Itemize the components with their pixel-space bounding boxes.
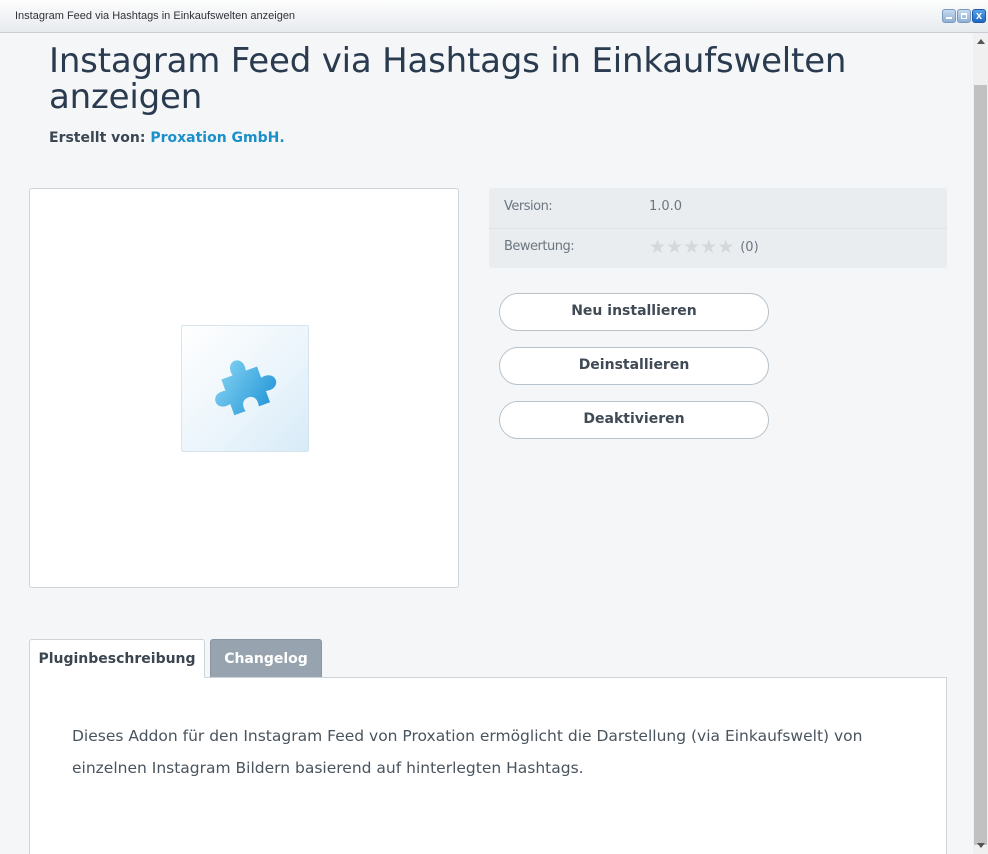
version-row: Version: 1.0.0 — [489, 188, 947, 229]
version-value: 1.0.0 — [649, 199, 683, 214]
creator-link[interactable]: Proxation GmbH — [150, 130, 279, 146]
plugin-info-box: Version: 1.0.0 Bewertung: ★ ★ ★ ★ ★ (0) — [489, 188, 947, 268]
star-icon: ★ — [700, 236, 718, 258]
rating-count: (0) — [740, 239, 759, 255]
star-icon: ★ — [649, 236, 667, 258]
creator-suffix: . — [279, 130, 285, 146]
star-icon: ★ — [683, 236, 701, 258]
maximize-icon[interactable] — [957, 9, 971, 23]
window-titlebar[interactable]: Instagram Feed via Hashtags in Einkaufsw… — [0, 0, 988, 33]
scrollbar-thumb[interactable] — [974, 85, 987, 845]
deactivate-button[interactable]: Deaktivieren — [499, 401, 769, 439]
star-icon: ★ — [666, 236, 684, 258]
rating-row: Bewertung: ★ ★ ★ ★ ★ (0) — [489, 228, 947, 268]
rating-stars: ★ ★ ★ ★ ★ (0) — [649, 237, 759, 257]
version-label: Version: — [504, 199, 553, 214]
tab-changelog[interactable]: Changelog — [210, 639, 322, 678]
plugin-detail-content: Instagram Feed via Hashtags in Einkaufsw… — [0, 33, 973, 854]
page-title: Instagram Feed via Hashtags in Einkaufsw… — [49, 41, 847, 117]
plugin-description: Dieses Addon für den Instagram Feed von … — [72, 727, 863, 777]
uninstall-button[interactable]: Deinstallieren — [499, 347, 769, 385]
scroll-up-icon[interactable] — [977, 39, 985, 44]
puzzle-icon — [215, 360, 277, 416]
close-icon[interactable]: x — [972, 9, 986, 23]
creator-label: Erstellt von: — [49, 130, 146, 146]
tab-pluginbeschreibung[interactable]: Pluginbeschreibung — [29, 639, 205, 678]
plugin-image-box — [29, 188, 459, 588]
close-icon-glyph: x — [975, 10, 983, 22]
description-panel: Dieses Addon für den Instagram Feed von … — [29, 677, 947, 854]
creator-line: Erstellt von: Proxation GmbH. — [49, 130, 285, 146]
plugin-thumbnail — [181, 325, 309, 452]
minimize-icon[interactable] — [942, 9, 956, 23]
window-title: Instagram Feed via Hashtags in Einkaufsw… — [15, 10, 296, 22]
plugin-detail-window: Instagram Feed via Hashtags in Einkaufsw… — [0, 0, 988, 854]
window-controls: x — [942, 9, 986, 23]
star-icon: ★ — [717, 236, 735, 258]
vertical-scrollbar[interactable] — [973, 33, 988, 854]
reinstall-button[interactable]: Neu installieren — [499, 293, 769, 331]
scroll-down-icon[interactable] — [977, 843, 985, 848]
rating-label: Bewertung: — [504, 239, 575, 254]
